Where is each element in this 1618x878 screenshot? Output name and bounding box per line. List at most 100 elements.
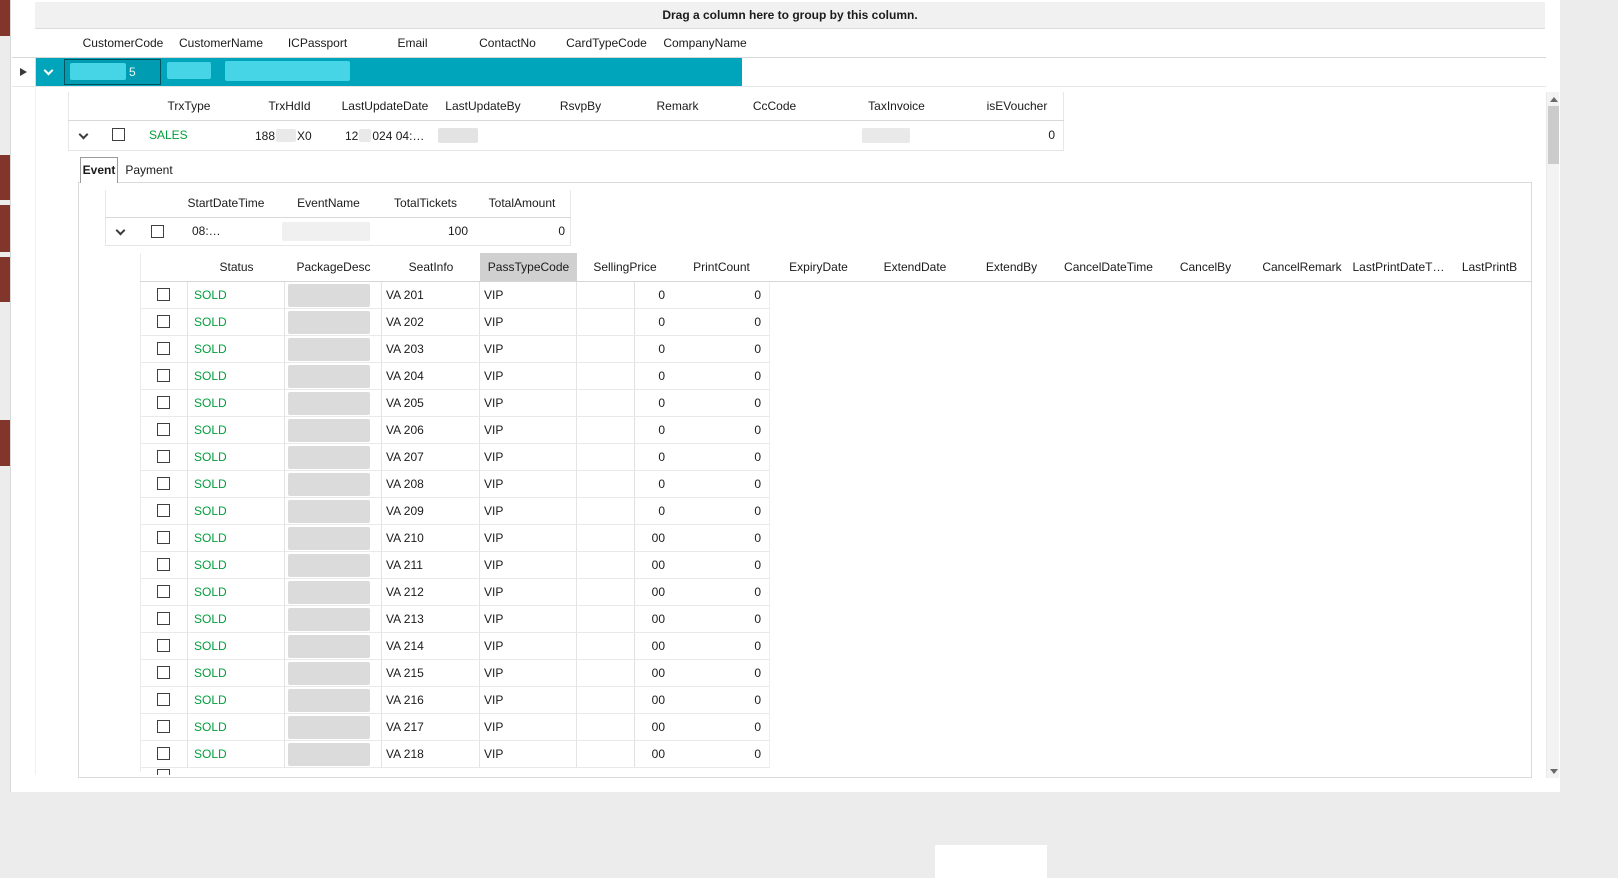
scroll-down-button[interactable] bbox=[1547, 764, 1560, 778]
ticket-row[interactable]: SOLD VA 217 VIP 00 0 bbox=[140, 714, 1532, 741]
pass-type-cell[interactable]: VIP bbox=[480, 687, 577, 714]
ticket-row-checkbox[interactable] bbox=[157, 450, 170, 463]
ticket-row-checkbox[interactable] bbox=[157, 288, 170, 301]
status-cell[interactable]: SOLD bbox=[188, 363, 285, 390]
status-cell[interactable]: SOLD bbox=[188, 606, 285, 633]
row-select-cell[interactable] bbox=[140, 606, 188, 633]
status-cell[interactable]: SOLD bbox=[188, 687, 285, 714]
print-count-cell[interactable]: 0 bbox=[673, 579, 770, 606]
selling-price-cell[interactable]: 0 bbox=[577, 309, 673, 336]
pass-type-cell[interactable]: VIP bbox=[480, 498, 577, 525]
column-header-sellingprice[interactable]: SellingPrice bbox=[577, 253, 673, 281]
print-count-cell[interactable]: 0 bbox=[673, 714, 770, 741]
row-select-cell[interactable] bbox=[140, 471, 188, 498]
print-count-cell[interactable]: 0 bbox=[673, 282, 770, 309]
package-desc-cell[interactable] bbox=[285, 714, 382, 741]
column-header-cardtypecode[interactable]: CardTypeCode bbox=[555, 30, 658, 57]
print-count-cell[interactable]: 0 bbox=[673, 390, 770, 417]
pass-type-cell[interactable]: VIP bbox=[480, 282, 577, 309]
ticket-row[interactable]: SOLD VA 201 VIP 0 0 bbox=[140, 282, 1532, 309]
pass-type-cell[interactable]: VIP bbox=[480, 552, 577, 579]
status-cell[interactable]: SOLD bbox=[188, 579, 285, 606]
ticket-row-checkbox[interactable] bbox=[157, 342, 170, 355]
status-cell[interactable]: SOLD bbox=[188, 741, 285, 768]
pass-type-cell[interactable]: VIP bbox=[480, 309, 577, 336]
pass-type-cell[interactable]: VIP bbox=[480, 417, 577, 444]
seat-info-cell[interactable]: VA 215 bbox=[382, 660, 480, 687]
pass-type-cell[interactable]: VIP bbox=[480, 525, 577, 552]
column-header-expirydate[interactable]: ExpiryDate bbox=[770, 253, 867, 281]
column-header-icpassport[interactable]: ICPassport bbox=[270, 30, 365, 57]
status-cell[interactable]: SOLD bbox=[188, 552, 285, 579]
row-select-cell[interactable] bbox=[140, 525, 188, 552]
package-desc-cell[interactable] bbox=[285, 390, 382, 417]
column-header-lastupdatedate[interactable]: LastUpdateDate bbox=[337, 92, 433, 120]
current-row-indicator-cell[interactable] bbox=[12, 58, 35, 86]
package-desc-cell[interactable] bbox=[285, 660, 382, 687]
column-header-extendby[interactable]: ExtendBy bbox=[963, 253, 1060, 281]
selling-price-cell[interactable]: 00 bbox=[577, 606, 673, 633]
seat-info-cell[interactable]: VA 202 bbox=[382, 309, 480, 336]
row-select-cell[interactable] bbox=[140, 336, 188, 363]
ticket-row[interactable]: SOLD VA 203 VIP 0 0 bbox=[140, 336, 1532, 363]
column-header-cccode[interactable]: CcCode bbox=[727, 92, 822, 120]
column-header-passtypecode[interactable]: PassTypeCode bbox=[480, 253, 577, 281]
package-desc-cell[interactable] bbox=[285, 741, 382, 768]
print-count-cell[interactable]: 0 bbox=[673, 444, 770, 471]
ticket-row-checkbox[interactable] bbox=[157, 396, 170, 409]
seat-info-cell[interactable]: VA 204 bbox=[382, 363, 480, 390]
status-cell[interactable]: SOLD bbox=[188, 525, 285, 552]
ticket-row[interactable]: SOLD VA 206 VIP 0 0 bbox=[140, 417, 1532, 444]
ticket-row-checkbox[interactable] bbox=[157, 558, 170, 571]
ticket-row[interactable]: SOLD VA 214 VIP 00 0 bbox=[140, 633, 1532, 660]
column-header-printcount[interactable]: PrintCount bbox=[673, 253, 770, 281]
ticket-row-checkbox[interactable] bbox=[157, 666, 170, 679]
selling-price-cell[interactable]: 00 bbox=[577, 741, 673, 768]
print-count-cell[interactable]: 0 bbox=[673, 309, 770, 336]
column-header-cancelby[interactable]: CancelBy bbox=[1157, 253, 1254, 281]
pass-type-cell[interactable]: VIP bbox=[480, 606, 577, 633]
row-select-cell[interactable] bbox=[140, 417, 188, 444]
event-row-checkbox[interactable] bbox=[151, 225, 164, 238]
package-desc-cell[interactable] bbox=[285, 309, 382, 336]
ticket-row[interactable]: SOLD VA 215 VIP 00 0 bbox=[140, 660, 1532, 687]
ticket-row[interactable]: SOLD VA 205 VIP 0 0 bbox=[140, 390, 1532, 417]
package-desc-cell[interactable] bbox=[285, 363, 382, 390]
pass-type-cell[interactable]: VIP bbox=[480, 741, 577, 768]
selling-price-cell[interactable]: 00 bbox=[577, 660, 673, 687]
ticket-row-checkbox[interactable] bbox=[157, 612, 170, 625]
column-header-packagedesc[interactable]: PackageDesc bbox=[285, 253, 382, 281]
print-count-cell[interactable]: 0 bbox=[673, 687, 770, 714]
package-desc-cell[interactable] bbox=[285, 606, 382, 633]
column-header-isevoucher[interactable]: isEVoucher bbox=[971, 92, 1063, 120]
column-header-trxhdid[interactable]: TrxHdId bbox=[242, 92, 337, 120]
row-select-cell[interactable] bbox=[140, 309, 188, 336]
print-count-cell[interactable]: 0 bbox=[673, 525, 770, 552]
selling-price-cell[interactable]: 0 bbox=[577, 282, 673, 309]
row-select-cell[interactable] bbox=[140, 714, 188, 741]
print-count-cell[interactable]: 0 bbox=[673, 363, 770, 390]
package-desc-cell[interactable] bbox=[285, 633, 382, 660]
package-desc-cell[interactable] bbox=[285, 579, 382, 606]
column-header-seatinfo[interactable]: SeatInfo bbox=[382, 253, 480, 281]
column-header-eventname[interactable]: EventName bbox=[280, 190, 377, 217]
ticket-row[interactable]: SOLD VA 202 VIP 0 0 bbox=[140, 309, 1532, 336]
selling-price-cell[interactable]: 0 bbox=[577, 363, 673, 390]
column-header-customername[interactable]: CustomerName bbox=[172, 30, 270, 57]
selling-price-cell[interactable]: 0 bbox=[577, 336, 673, 363]
seat-info-cell[interactable]: VA 208 bbox=[382, 471, 480, 498]
print-count-cell[interactable]: 0 bbox=[673, 498, 770, 525]
column-header-lastupdateby[interactable]: LastUpdateBy bbox=[433, 92, 533, 120]
print-count-cell[interactable]: 0 bbox=[673, 336, 770, 363]
ticket-row-checkbox[interactable] bbox=[157, 769, 170, 775]
selling-price-cell[interactable]: 0 bbox=[577, 444, 673, 471]
vertical-scrollbar[interactable] bbox=[1546, 92, 1559, 778]
ticket-row-checkbox[interactable] bbox=[157, 720, 170, 733]
column-header-totaltickets[interactable]: TotalTickets bbox=[377, 190, 474, 217]
ticket-row-checkbox[interactable] bbox=[157, 747, 170, 760]
column-header-email[interactable]: Email bbox=[365, 30, 460, 57]
selling-price-cell[interactable]: 0 bbox=[577, 417, 673, 444]
column-header-startdatetime[interactable]: StartDateTime bbox=[172, 190, 280, 217]
print-count-cell[interactable]: 0 bbox=[673, 633, 770, 660]
seat-info-cell[interactable]: VA 210 bbox=[382, 525, 480, 552]
